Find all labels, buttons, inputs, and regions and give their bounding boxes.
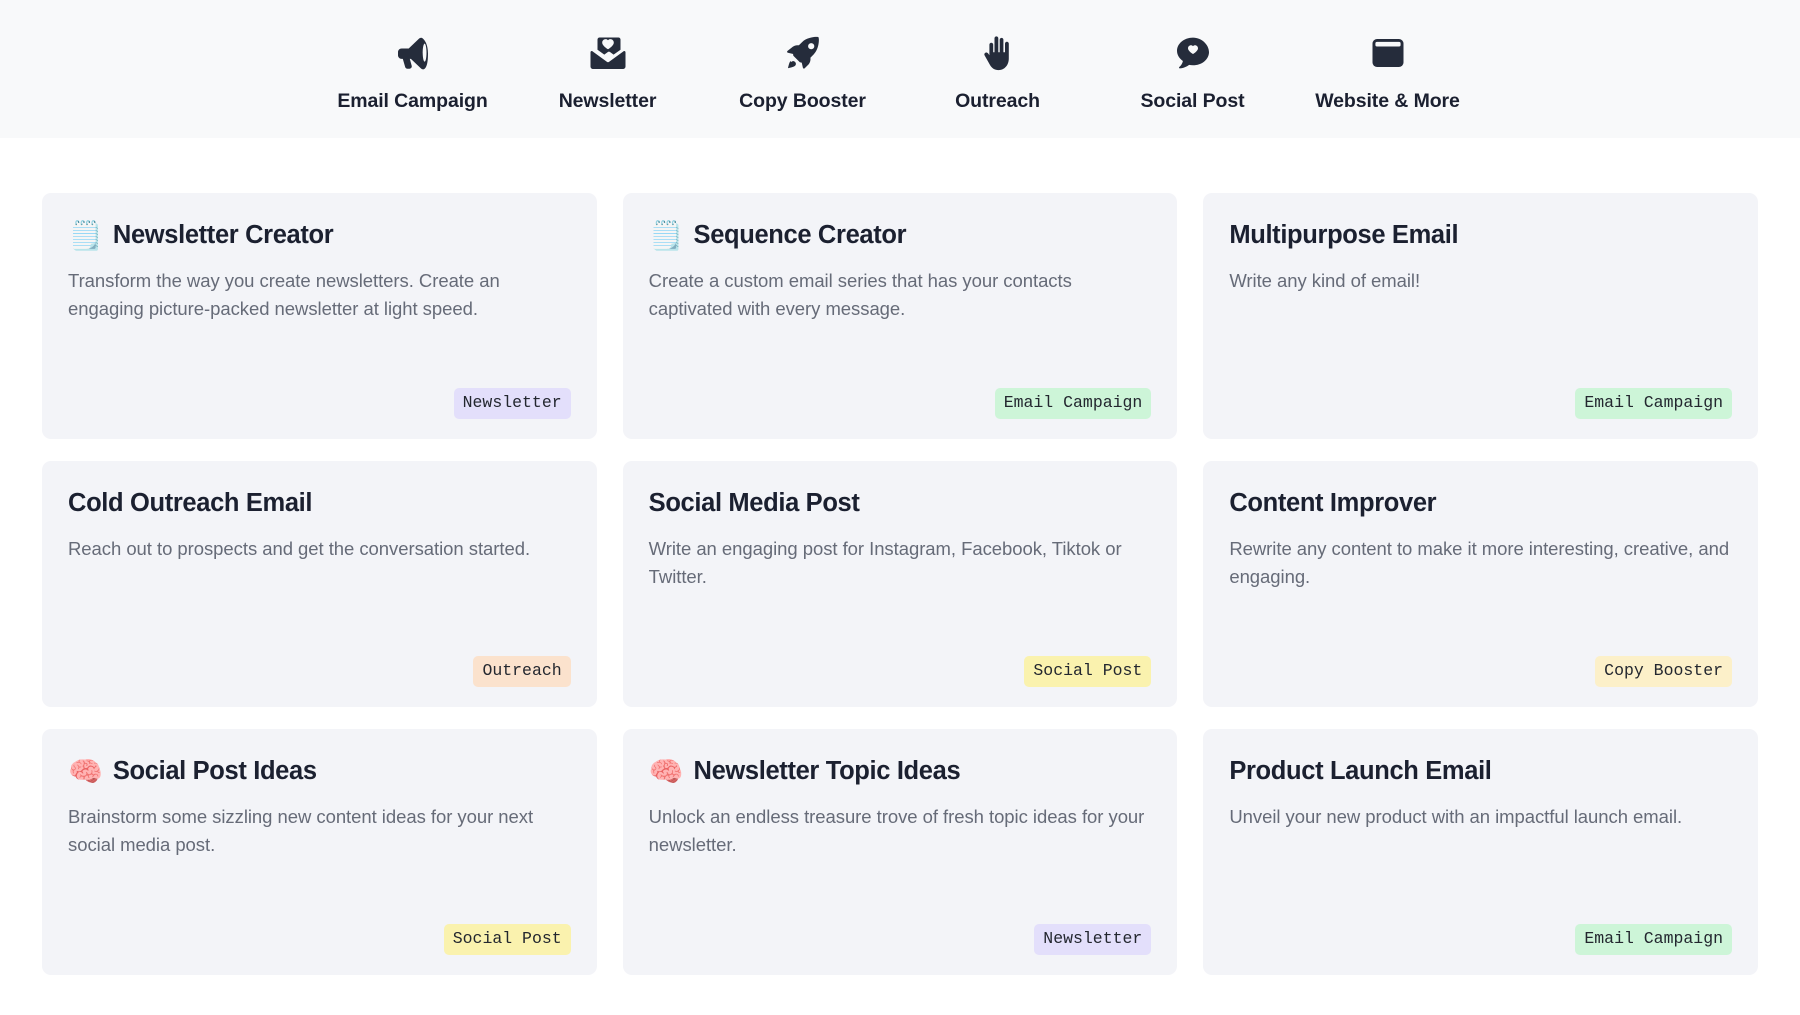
- card-footer: Email Campaign: [1229, 906, 1732, 955]
- card-header: Product Launch Email: [1229, 757, 1732, 786]
- card-header: 🧠 Social Post Ideas: [68, 757, 571, 786]
- card-title: Product Launch Email: [1229, 757, 1492, 785]
- brain-icon: 🧠: [68, 755, 103, 787]
- card-title: Sequence Creator: [693, 221, 907, 249]
- card-category-badge: Copy Booster: [1595, 655, 1732, 687]
- card-header: Social Media Post: [649, 489, 1152, 518]
- card-header: 🗒️ Sequence Creator: [649, 221, 1152, 250]
- category-label: Newsletter: [558, 90, 657, 112]
- spiral-notepad-icon: 🗒️: [648, 219, 684, 251]
- template-card-product-launch-email[interactable]: Product Launch Email Unveil your new prod…: [1203, 729, 1758, 975]
- card-description: Reach out to prospects and get the conve…: [68, 538, 531, 560]
- card-header: Cold Outreach Email: [68, 489, 571, 518]
- brain-icon: 🧠: [648, 755, 684, 787]
- card-footer: Social Post: [649, 638, 1152, 687]
- category-item-newsletter[interactable]: Newsletter: [510, 28, 705, 113]
- megaphone-icon: [393, 28, 433, 78]
- card-footer: Social Post: [68, 906, 571, 955]
- category-item-social-post[interactable]: Social Post: [1095, 28, 1290, 113]
- template-gallery: 🗒️ Newsletter Creator Transform the way yo…: [0, 138, 1800, 1015]
- template-card-content-improver[interactable]: Content Improver Rewrite any content to m…: [1203, 461, 1758, 707]
- card-category-badge: Outreach: [473, 655, 571, 687]
- category-label: Email Campaign: [337, 90, 488, 112]
- card-category-badge: Email Campaign: [1575, 923, 1732, 955]
- category-label: Social Post: [1140, 90, 1245, 112]
- card-category-badge: Newsletter: [1034, 923, 1152, 955]
- category-list: Email Campaign Newsletter Copy Booster Outr…: [315, 28, 1485, 113]
- card-title: Social Post Ideas: [112, 757, 317, 785]
- card-description: Rewrite any content to make it more inte…: [1229, 538, 1730, 588]
- category-bar: Email Campaign Newsletter Copy Booster Outr…: [0, 0, 1800, 138]
- card-category-badge: Email Campaign: [994, 387, 1152, 419]
- template-card-cold-outreach-email[interactable]: Cold Outreach Email Reach out to prospect…: [42, 461, 597, 707]
- card-footer: Email Campaign: [649, 370, 1152, 419]
- card-description: Unlock an endless treasure trove of fres…: [648, 806, 1145, 856]
- category-label: Outreach: [955, 90, 1040, 112]
- category-item-email-campaign[interactable]: Email Campaign: [315, 28, 510, 113]
- rocket-icon: [785, 28, 821, 78]
- category-item-copy-booster[interactable]: Copy Booster: [705, 28, 900, 113]
- card-title: Social Media Post: [648, 489, 860, 517]
- speech-bubble-heart-icon: [1175, 28, 1211, 78]
- hand-wave-icon: [981, 28, 1015, 78]
- category-label: Copy Booster: [739, 90, 866, 112]
- card-description: Write an engaging post for Instagram, Fa…: [648, 538, 1122, 588]
- card-category-badge: Newsletter: [453, 387, 571, 419]
- card-footer: Newsletter: [68, 370, 571, 419]
- template-card-sequence-creator[interactable]: 🗒️ Sequence Creator Create a custom email …: [622, 193, 1178, 439]
- envelope-heart-icon: [590, 28, 626, 78]
- category-item-outreach[interactable]: Outreach: [900, 28, 1095, 113]
- card-footer: Copy Booster: [1229, 638, 1732, 687]
- card-header: 🧠 Newsletter Topic Ideas: [649, 757, 1152, 786]
- card-title: Cold Outreach Email: [68, 489, 313, 517]
- card-header: Multipurpose Email: [1229, 221, 1732, 250]
- card-footer: Outreach: [68, 638, 571, 687]
- card-title: Newsletter Topic Ideas: [693, 757, 961, 785]
- template-card-multipurpose-email[interactable]: Multipurpose Email Write any kind of emai…: [1203, 193, 1758, 439]
- template-card-social-post-ideas[interactable]: 🧠 Social Post Ideas Brainstorm some sizzli…: [42, 729, 597, 975]
- card-description: Write any kind of email!: [1229, 270, 1421, 292]
- card-footer: Email Campaign: [1229, 370, 1732, 419]
- card-category-badge: Social Post: [1024, 655, 1152, 687]
- category-label: Website & More: [1315, 90, 1460, 112]
- category-item-website-more[interactable]: Website & More: [1290, 28, 1485, 113]
- template-card-newsletter-topic-ideas[interactable]: 🧠 Newsletter Topic Ideas Unlock an endless…: [622, 729, 1178, 975]
- card-description: Brainstorm some sizzling new content ide…: [68, 806, 534, 856]
- spiral-notepad-icon: 🗒️: [68, 219, 103, 251]
- card-footer: Newsletter: [649, 906, 1152, 955]
- card-category-badge: Social Post: [443, 923, 571, 955]
- template-card-social-media-post[interactable]: Social Media Post Write an engaging post …: [622, 461, 1178, 707]
- card-title: Content Improver: [1229, 489, 1437, 517]
- card-title: Newsletter Creator: [112, 221, 334, 249]
- template-card-newsletter-creator[interactable]: 🗒️ Newsletter Creator Transform the way yo…: [42, 193, 597, 439]
- card-header: 🗒️ Newsletter Creator: [68, 221, 571, 250]
- card-title: Multipurpose Email: [1229, 221, 1459, 249]
- card-description: Transform the way you create newsletters…: [68, 270, 500, 320]
- card-description: Create a custom email series that has yo…: [648, 270, 1072, 320]
- browser-window-icon: [1371, 28, 1405, 78]
- card-category-badge: Email Campaign: [1575, 387, 1732, 419]
- card-header: Content Improver: [1229, 489, 1732, 518]
- template-card-grid: 🗒️ Newsletter Creator Transform the way yo…: [42, 193, 1758, 975]
- card-description: Unveil your new product with an impactfu…: [1229, 806, 1683, 828]
